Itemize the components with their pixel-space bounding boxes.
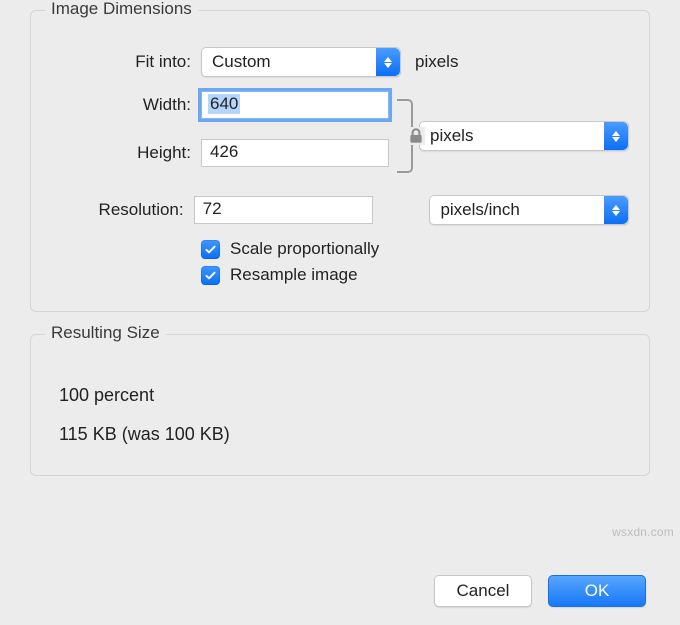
chevrons-icon: [604, 122, 628, 150]
resolution-unit-popup[interactable]: pixels/inch: [429, 195, 629, 225]
resulting-size-group: Resulting Size 100 percent 115 KB (was 1…: [30, 334, 650, 476]
result-percent: 100 percent: [59, 385, 621, 406]
fit-into-label: Fit into:: [51, 52, 201, 72]
lock-icon: [407, 127, 425, 145]
resolution-unit-value: pixels/inch: [440, 200, 519, 220]
watermark: wsxdn.com: [612, 525, 674, 539]
fit-into-unit-label: pixels: [401, 52, 458, 72]
dialog-buttons: Cancel OK: [434, 575, 646, 607]
ok-button[interactable]: OK: [548, 575, 646, 607]
image-dimensions-group: Image Dimensions Fit into: Custom pixels…: [30, 10, 650, 312]
resample-image-checkbox[interactable]: Resample image: [201, 265, 629, 285]
width-label: Width:: [51, 95, 201, 115]
height-value: 426: [210, 142, 238, 161]
chevrons-icon: [376, 48, 400, 76]
cancel-button[interactable]: Cancel: [434, 575, 532, 607]
resolution-input[interactable]: 72: [194, 196, 373, 224]
resolution-row: Resolution: 72 pixels/inch: [51, 195, 629, 225]
width-input[interactable]: 640: [201, 91, 389, 119]
height-input[interactable]: 426: [201, 139, 389, 167]
checkbox-checked-icon: [201, 266, 220, 285]
fit-into-row: Fit into: Custom pixels: [51, 47, 629, 77]
wh-unit-value: pixels: [430, 126, 473, 146]
width-height-block: Width: 640 Height: 426: [51, 91, 629, 181]
result-filesize: 115 KB (was 100 KB): [59, 424, 621, 445]
resulting-size-title: Resulting Size: [45, 323, 166, 343]
image-dimensions-title: Image Dimensions: [45, 0, 198, 19]
fit-into-value: Custom: [212, 52, 271, 72]
wh-unit-popup[interactable]: pixels: [419, 121, 629, 151]
scale-proportionally-checkbox[interactable]: Scale proportionally: [201, 239, 629, 259]
width-value: 640: [208, 94, 240, 114]
fit-into-popup[interactable]: Custom: [201, 47, 401, 77]
chevrons-icon: [604, 196, 628, 224]
resolution-value: 72: [203, 199, 222, 218]
resolution-label: Resolution:: [51, 200, 194, 220]
height-label: Height:: [51, 143, 201, 163]
scale-proportionally-label: Scale proportionally: [230, 239, 379, 259]
resample-image-label: Resample image: [230, 265, 358, 285]
checkbox-checked-icon: [201, 240, 220, 259]
